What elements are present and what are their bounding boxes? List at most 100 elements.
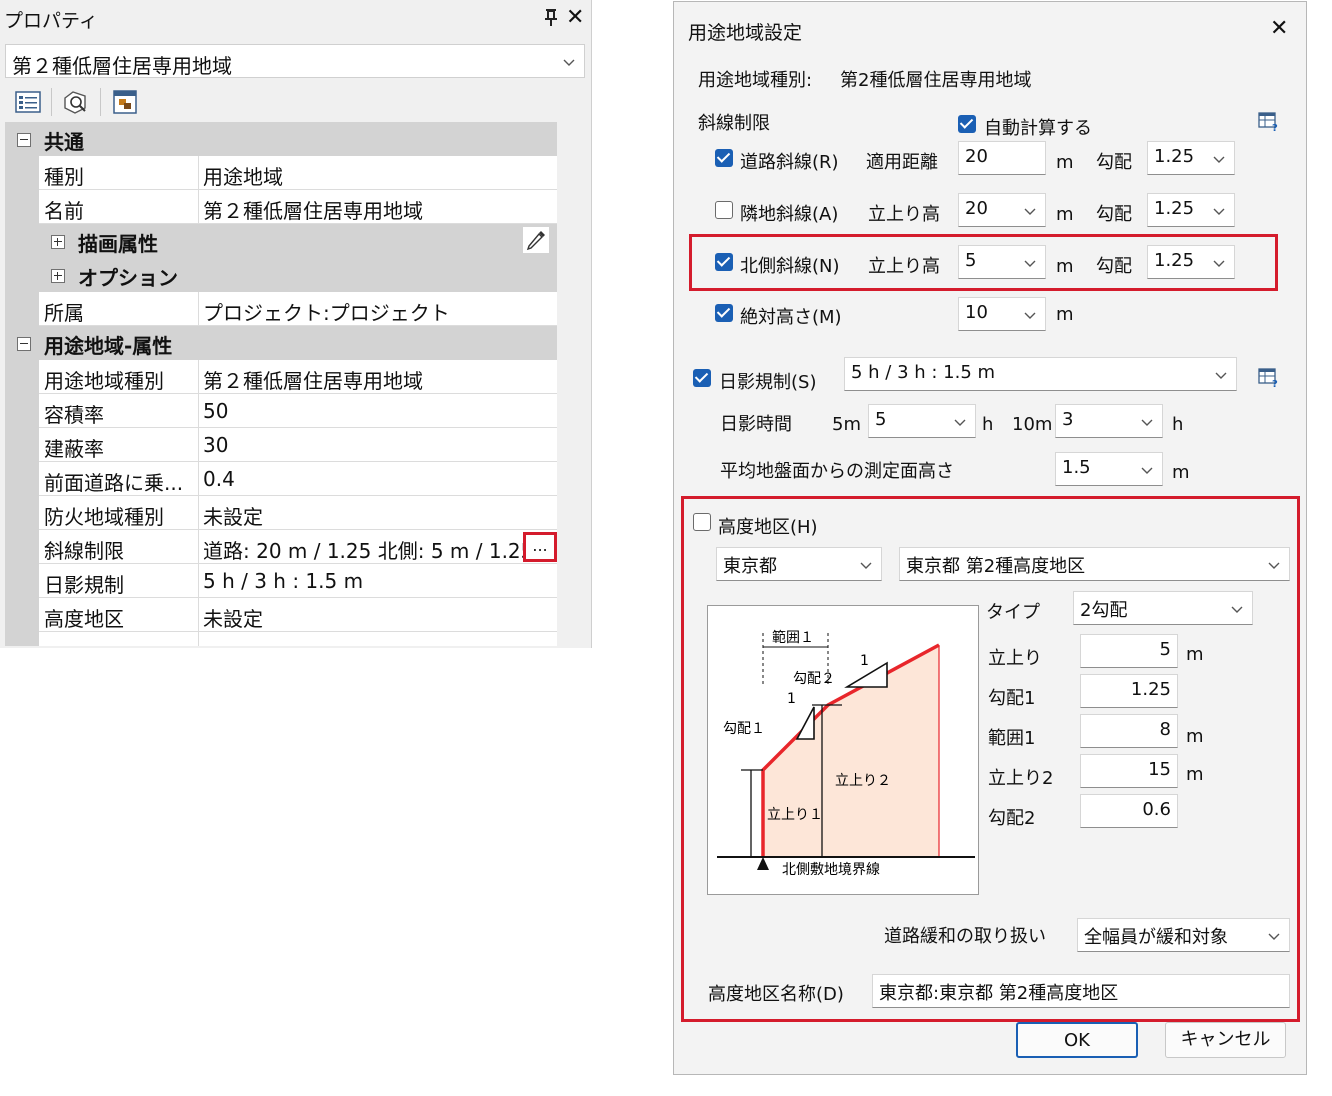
pin-icon[interactable] [543, 8, 559, 26]
unit-m: m [1056, 204, 1074, 225]
cancel-button[interactable]: キャンセル [1165, 1022, 1286, 1058]
dialog-title: 用途地域設定 [688, 22, 803, 44]
search-element-icon[interactable] [61, 88, 89, 116]
unit-m: m [1186, 726, 1204, 747]
height-district-checkbox[interactable] [693, 513, 711, 531]
north-rise-label: 立上り高 [868, 256, 940, 277]
panel-title: プロパティ [4, 10, 98, 32]
chevron-down-icon [1213, 208, 1225, 215]
shadow-label: 日影規制(S) [719, 372, 817, 393]
chevron-down-icon [1024, 260, 1036, 267]
property-row-name[interactable]: 名前 第２種低層住居専用地域 [5, 190, 557, 224]
properties-panel: プロパティ ✕ 第２種低層住居専用地域 共通 種別 用途地域 名前 第２種低層住… [0, 0, 592, 648]
property-row-shadow[interactable]: 日影規制 5 h / 3 h : 1.5 m [5, 564, 557, 598]
table-help-icon[interactable]: ? [1258, 368, 1280, 388]
district-name-label: 高度地区名称(D) [708, 984, 844, 1005]
collapse-icon[interactable] [17, 133, 31, 147]
eyedropper-icon[interactable] [523, 227, 549, 253]
property-row-front-road[interactable]: 前面道路に乗... 0.4 [5, 462, 557, 496]
diagram-rise1: 立上り１ [767, 807, 823, 823]
rise2-label: 立上り2 [988, 768, 1054, 789]
categorized-list-icon[interactable] [14, 88, 42, 116]
absolute-height-select[interactable]: 10 [958, 297, 1046, 331]
unit-m: m [1186, 644, 1204, 665]
unit-h: h [982, 414, 994, 435]
chevron-down-icon [563, 59, 575, 66]
zone-kind-label: 用途地域種別: [698, 70, 813, 91]
road-relax-select[interactable]: 全幅員が緩和対象 [1077, 918, 1290, 952]
property-row-empty [5, 632, 557, 646]
category-zone-attributes[interactable]: 用途地域-属性 [5, 326, 557, 360]
shadow-checkbox[interactable] [693, 369, 711, 387]
district-name-input[interactable]: 東京都:東京都 第2種高度地区 [872, 974, 1290, 1008]
adjacent-slant-label: 隣地斜線(A) [740, 204, 839, 225]
edit-slant-button[interactable]: ... [523, 532, 557, 562]
north-grad-select[interactable]: 1.25 [1147, 245, 1235, 279]
slant-section-label: 斜線制限 [698, 113, 770, 134]
element-type-combo[interactable]: 第２種低層住居専用地域 [5, 44, 585, 78]
property-row-zone-kind[interactable]: 用途地域種別 第２種低層住居専用地域 [5, 360, 557, 394]
unit-m: m [1172, 462, 1190, 483]
property-row-slant[interactable]: 斜線制限 道路: 20 m / 1.25 北側: 5 m / 1.25 ... [5, 530, 557, 564]
shadow-5m-select[interactable]: 5 [868, 404, 976, 438]
road-grad-label: 勾配 [1096, 152, 1132, 173]
group-options[interactable]: オプション [5, 258, 557, 292]
north-slant-checkbox[interactable] [715, 253, 733, 271]
absolute-height-checkbox[interactable] [715, 304, 733, 322]
chevron-down-icon [1141, 467, 1153, 474]
property-row-far[interactable]: 容積率 50 [5, 394, 557, 428]
property-row-kind[interactable]: 種別 用途地域 [5, 156, 557, 190]
adjacent-rise-select[interactable]: 20 [958, 193, 1046, 227]
group-draw-attributes[interactable]: 描画属性 [5, 224, 557, 258]
road-slant-label: 道路斜線(R) [740, 152, 839, 173]
height-district-diagram: 範囲１ 勾配２ 1 1 勾配１ 立上り２ 立上り１ 北側敷地境界線 [707, 605, 979, 895]
table-help-icon[interactable]: ? [1258, 112, 1280, 132]
road-slant-checkbox[interactable] [715, 149, 733, 167]
diagram-grad1: 勾配１ [723, 721, 765, 737]
unit-h: h [1172, 414, 1184, 435]
collapse-icon[interactable] [17, 337, 31, 351]
road-distance-input[interactable]: 20 [958, 141, 1046, 175]
adjacent-grad-select[interactable]: 1.25 [1147, 193, 1235, 227]
type-select[interactable]: 2勾配 [1073, 591, 1253, 625]
road-distance-label: 適用距離 [866, 152, 938, 173]
rise2-input[interactable]: 15 [1080, 754, 1178, 788]
road-grad-select[interactable]: 1.25 [1147, 141, 1235, 175]
adjacent-slant-checkbox[interactable] [715, 201, 733, 219]
north-slant-label: 北側斜線(N) [740, 256, 840, 277]
expand-icon[interactable] [51, 269, 65, 283]
ok-button[interactable]: OK [1016, 1022, 1138, 1058]
rise-input[interactable]: 5 [1080, 634, 1178, 668]
avg-ground-label: 平均地盤面からの測定面高さ [720, 461, 954, 482]
district-select[interactable]: 東京都 第2種高度地区 [899, 547, 1290, 581]
property-grid: 共通 種別 用途地域 名前 第２種低層住居専用地域 描画属性 オプション 所属 … [5, 122, 557, 646]
grad1-input[interactable]: 1.25 [1080, 674, 1178, 708]
expand-icon[interactable] [51, 235, 65, 249]
chevron-down-icon [860, 562, 872, 569]
avg-ground-select[interactable]: 1.5 [1055, 452, 1163, 486]
property-row-fire[interactable]: 防火地域種別 未設定 [5, 496, 557, 530]
prefecture-select[interactable]: 東京都 [716, 547, 882, 581]
close-icon[interactable]: ✕ [1270, 16, 1288, 41]
auto-calc-checkbox[interactable] [958, 115, 976, 133]
shadow-10m-select[interactable]: 3 [1055, 404, 1163, 438]
chevron-down-icon [1215, 372, 1227, 379]
adjacent-grad-label: 勾配 [1096, 204, 1132, 225]
category-common[interactable]: 共通 [5, 122, 557, 156]
auto-calc-label: 自動計算する [984, 118, 1092, 139]
north-rise-select[interactable]: 5 [958, 245, 1046, 279]
close-icon[interactable]: ✕ [566, 5, 584, 30]
grad2-input[interactable]: 0.6 [1080, 794, 1178, 828]
property-row-bcr[interactable]: 建蔽率 30 [5, 428, 557, 462]
shadow-select[interactable]: 5 h / 3 h : 1.5 m [844, 357, 1237, 391]
chevron-down-icon [954, 419, 966, 426]
property-row-height-district[interactable]: 高度地区 未設定 [5, 598, 557, 632]
zone-settings-dialog: 用途地域設定 ✕ 用途地域種別: 第2種低層住居専用地域 斜線制限 自動計算する… [673, 1, 1307, 1075]
object-styles-icon[interactable] [111, 88, 139, 116]
chevron-down-icon [1024, 312, 1036, 319]
rise-label: 立上り [988, 648, 1042, 669]
property-row-belong[interactable]: 所属 プロジェクト:プロジェクト [5, 292, 557, 326]
diagram-range1: 範囲１ [772, 629, 814, 646]
range1-input[interactable]: 8 [1080, 714, 1178, 748]
svg-text:?: ? [1272, 379, 1278, 388]
